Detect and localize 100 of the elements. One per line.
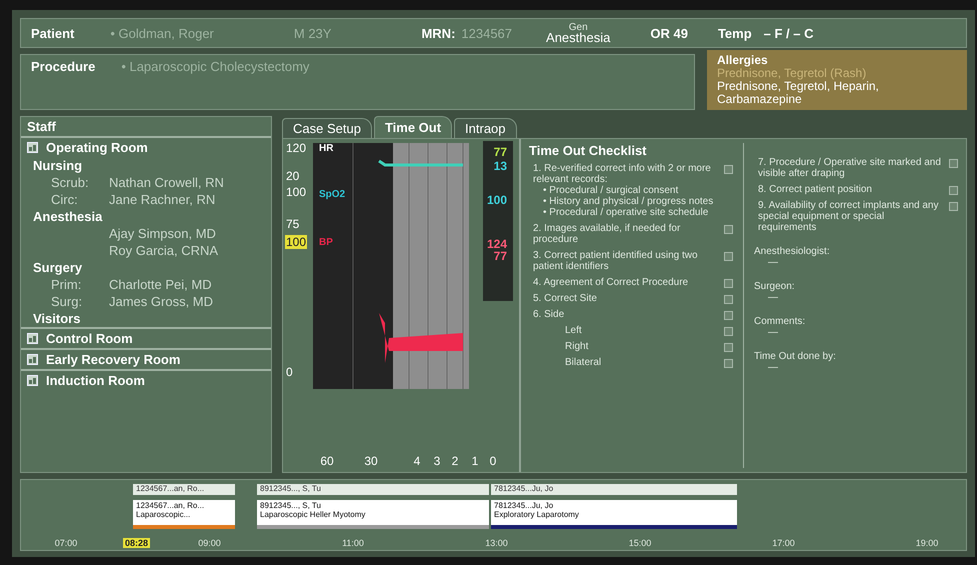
checklist-bullet: • Procedural / surgical consent	[542, 185, 680, 196]
checkbox[interactable]	[724, 327, 733, 336]
vital-reading: 100	[486, 193, 508, 207]
time-label: 07:00	[54, 538, 78, 548]
checklist-item: 8. Correct patient position	[758, 184, 873, 195]
checklist-item: 5. Correct Site	[533, 293, 598, 304]
field-value: —	[767, 362, 779, 373]
series-label: SpO2	[319, 189, 346, 200]
checkbox[interactable]	[724, 295, 733, 304]
staff-group: Nursing	[21, 157, 271, 174]
staff-role: Scrub:	[51, 174, 90, 191]
axis-label: 60	[320, 454, 334, 468]
temp-value: – F / – C	[764, 26, 814, 40]
vital-reading: 77	[492, 249, 508, 263]
checklist-option: Left	[565, 325, 720, 336]
checkbox[interactable]	[949, 202, 958, 211]
checklist-item: 6. Side	[533, 309, 566, 320]
case-tag: 8912345..., S, Tu	[257, 484, 489, 495]
temp-label: Temp	[718, 26, 752, 40]
time-label: 09:00	[198, 538, 221, 548]
field-label: Anesthesiologist:	[754, 246, 831, 257]
time-label: 11:00	[342, 538, 364, 548]
staff-title: Staff	[21, 117, 271, 138]
room-header[interactable]: Control Room	[21, 327, 271, 348]
room-icon	[27, 375, 38, 386]
time-label: 15:00	[628, 538, 652, 548]
checklist-item: 9. Availability of correct implants and any special equipment or special requirements	[758, 200, 940, 233]
room-number: OR 49	[650, 26, 688, 40]
axis-label: 3	[434, 454, 440, 468]
case-tag: 1234567...an, Ro...	[133, 484, 235, 495]
field-value: —	[767, 327, 779, 338]
tab[interactable]: Time Out	[374, 116, 452, 138]
checklist-item: 3. Correct patient identified using two patient identifiers	[533, 250, 699, 272]
staff-name: Nathan Crowell, RN	[109, 174, 225, 191]
checklist-item: 7. Procedure / Operative site marked and visible after draping	[758, 157, 942, 179]
sex-age: M 23Y	[294, 26, 332, 40]
time-label: 17:00	[772, 538, 795, 548]
checklist-bullet: • Procedural / operative site schedule	[542, 207, 710, 218]
time-label: 19:00	[916, 538, 938, 548]
room-header[interactable]: Operating Room	[21, 138, 271, 157]
room-icon	[27, 333, 38, 344]
axis-label: 100	[285, 235, 308, 249]
current-allergies: Prednisone, Tegretol, Heparin, Carbamazepine	[717, 80, 880, 106]
room-icon	[27, 142, 38, 153]
staff-name: Ajay Simpson, MD	[109, 225, 217, 242]
axis-label: 0	[490, 454, 496, 468]
checklist-item: 2. Images available, if needed for procedure	[533, 223, 682, 245]
anesthesia-label: Anesthesia	[546, 33, 610, 43]
tab[interactable]: Intraop	[454, 118, 517, 138]
axis-label: 30	[364, 454, 378, 468]
patient-name: • Goldman, Roger	[110, 26, 214, 40]
checkbox[interactable]	[724, 279, 733, 288]
tab[interactable]: Case Setup	[282, 118, 372, 138]
patient-label: Patient	[31, 26, 74, 40]
field-label: Comments:	[754, 316, 806, 327]
staff-name: Charlotte Pei, MD	[109, 276, 213, 293]
vital-reading: 124	[486, 237, 508, 251]
staff-group: Anesthesia	[21, 208, 271, 225]
current-time: 08:28	[123, 538, 150, 548]
series-label: HR	[319, 143, 334, 154]
room-header[interactable]: Induction Room	[21, 369, 271, 390]
room-icon	[27, 354, 38, 365]
axis-label: 100	[285, 185, 308, 199]
checklist-title: Time Out Checklist	[529, 143, 648, 158]
previous-allergies: Prednisone, Tegretol (Rash)	[717, 66, 866, 80]
checkbox[interactable]	[724, 311, 733, 320]
procedure-value: • Laparoscopic Cholecystectomy	[121, 59, 310, 74]
checklist-option: Bilateral	[565, 357, 720, 368]
case-tag: 7812345...Ju, Jo	[491, 484, 737, 495]
axis-label: 4	[414, 454, 420, 468]
checkbox[interactable]	[724, 343, 733, 352]
checkbox[interactable]	[724, 165, 733, 174]
checkbox[interactable]	[949, 159, 958, 168]
field-label: Surgeon:	[754, 281, 796, 292]
staff-name: Jane Rachner, RN	[109, 191, 216, 208]
checkbox[interactable]	[724, 252, 733, 261]
axis-label: 75	[285, 217, 300, 231]
staff-name: James Gross, MD	[109, 293, 214, 310]
mrn-value: 1234567	[461, 26, 512, 40]
checklist-item: 1. Re-verified correct info with 2 or more relevant records:	[533, 163, 712, 185]
field-value: —	[767, 292, 779, 303]
room-header[interactable]: Early Recovery Room	[21, 348, 271, 369]
checkbox[interactable]	[949, 186, 958, 195]
checkbox[interactable]	[724, 359, 733, 368]
axis-label: 120	[285, 141, 308, 155]
staff-group: Visitors	[21, 310, 271, 327]
vital-reading: 13	[492, 159, 508, 173]
checkbox[interactable]	[724, 225, 733, 234]
axis-label: 0	[285, 365, 294, 379]
axis-label: 20	[285, 169, 300, 183]
checklist-item: 4. Agreement of Correct Procedure	[533, 277, 690, 288]
time-label: 13:00	[485, 538, 508, 548]
allergies-title: Allergies	[717, 53, 768, 67]
checklist-option: Right	[565, 341, 720, 352]
anesthesia-type: Gen	[568, 23, 588, 33]
staff-role: Prim:	[51, 276, 82, 293]
staff-role: Circ:	[51, 191, 79, 208]
field-value: —	[767, 257, 779, 268]
vital-reading: 77	[492, 145, 508, 159]
staff-group: Surgery	[21, 259, 271, 276]
